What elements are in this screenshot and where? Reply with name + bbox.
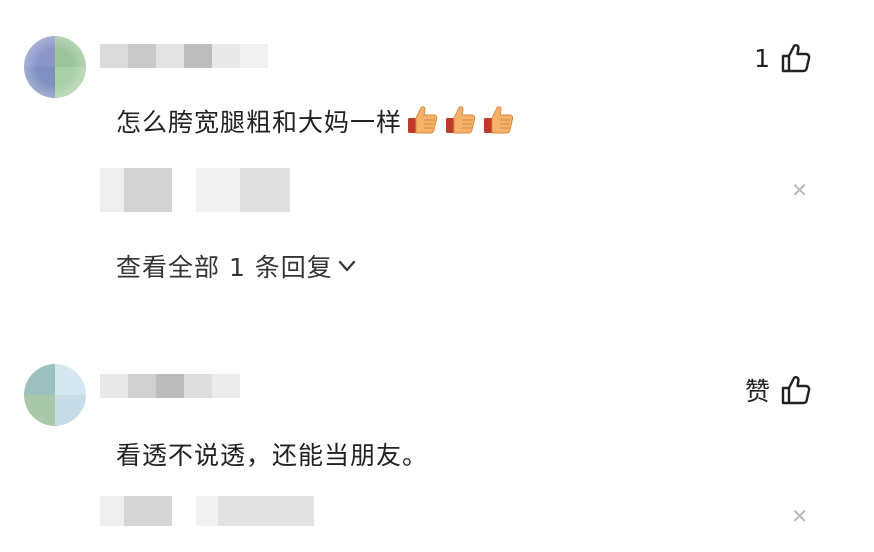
like-label: 赞 [744, 377, 770, 406]
thumbs-up-emoji-icon [446, 106, 476, 134]
comment-text: 看透不说透，还能当朋友。 [116, 436, 428, 472]
username-blurred[interactable] [100, 44, 270, 68]
comment-text: 怎么胯宽腿粗和大妈一样 [116, 102, 516, 139]
like-button[interactable]: 1 [754, 42, 812, 74]
username-blurred[interactable] [100, 374, 270, 398]
view-all-replies-link[interactable]: 查看全部 1 条回复 [116, 248, 357, 284]
comment-text-content: 看透不说透，还能当朋友。 [116, 441, 429, 470]
comment-text-content: 怎么胯宽腿粗和大妈一样 [116, 108, 403, 137]
thumb-up-outline-icon [781, 376, 811, 405]
comment-meta-blurred [100, 168, 300, 212]
close-icon[interactable]: ✕ [791, 506, 808, 526]
comment-1: 1 怎么胯宽腿粗和大妈一样 ✕ 查看全部 1 条回复 [0, 0, 874, 330]
thumb-up-outline-icon [781, 44, 811, 73]
comment-meta-blurred [100, 496, 314, 540]
close-icon[interactable]: ✕ [791, 180, 808, 200]
comment-2: 赞 看透不说透，还能当朋友。 ✕ [0, 330, 874, 552]
like-button[interactable]: 赞 [745, 372, 812, 408]
thumbs-up-emoji-icon [484, 106, 514, 134]
avatar[interactable] [24, 36, 86, 98]
chevron-down-icon [338, 260, 355, 272]
thumbs-up-emoji-icon [408, 106, 438, 134]
like-count: 1 [754, 43, 770, 73]
replies-label: 查看全部 1 条回复 [116, 253, 333, 282]
avatar[interactable] [24, 364, 86, 426]
